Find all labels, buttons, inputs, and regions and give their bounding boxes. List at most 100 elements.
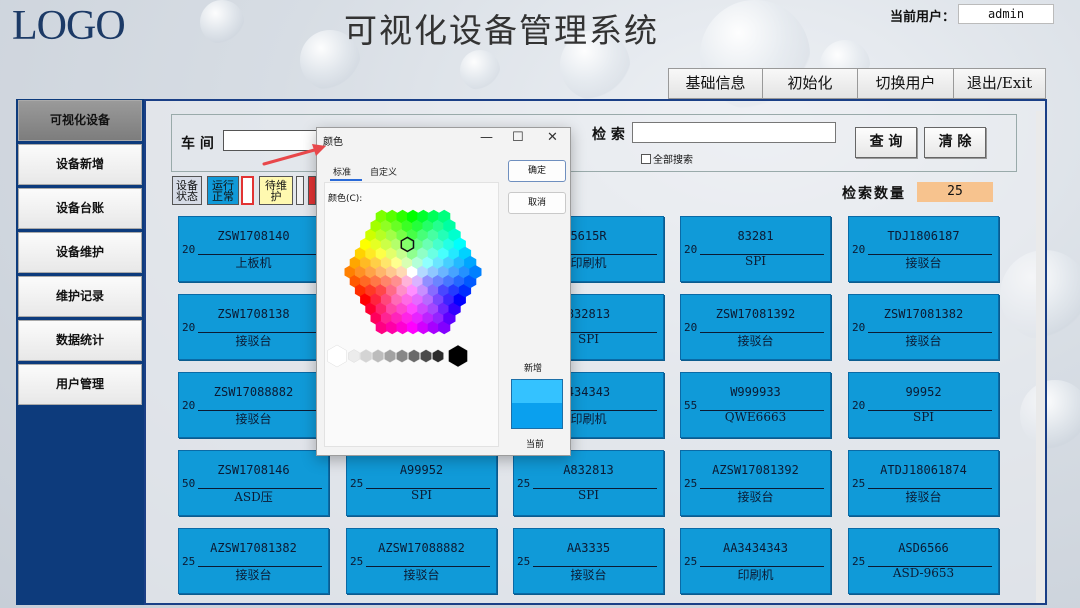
device-card[interactable]: AA3335 25 接驳台 bbox=[513, 528, 664, 594]
clear-button[interactable]: 清 除 bbox=[924, 127, 986, 158]
gray-cell[interactable] bbox=[420, 349, 432, 363]
status-legend-red[interactable] bbox=[308, 176, 316, 205]
device-code: AA3335 bbox=[566, 541, 611, 555]
gray-cell[interactable] bbox=[348, 349, 360, 363]
device-card[interactable]: 99952 20 SPI bbox=[848, 372, 999, 438]
device-code: AZSW17081392 bbox=[712, 463, 799, 477]
device-card[interactable]: AZSW17088882 25 接驳台 bbox=[346, 528, 497, 594]
gray-cell[interactable] bbox=[327, 344, 347, 368]
keyword-label: 检 索 bbox=[592, 127, 625, 143]
status-legend-device-status[interactable]: 设备 状态 bbox=[172, 176, 202, 205]
device-card[interactable]: TDJ1806187 20 接驳台 bbox=[848, 216, 999, 282]
sidebar-item-add-device[interactable]: 设备新增 bbox=[18, 144, 142, 185]
status-legend-label: 待维 护 bbox=[265, 178, 287, 203]
count-label: 检索数量 bbox=[842, 186, 906, 202]
status-legend-white[interactable] bbox=[241, 176, 254, 205]
status-legend-pending-maintenance[interactable]: 待维 护 bbox=[259, 176, 293, 205]
count-value: 25 bbox=[917, 182, 993, 202]
gray-cell[interactable] bbox=[372, 349, 384, 363]
sidebar-item-maintenance-records[interactable]: 维护记录 bbox=[18, 276, 142, 317]
device-code: ZSW17081382 bbox=[883, 307, 964, 321]
device-code: 83281 bbox=[737, 229, 774, 243]
menu-exit-button[interactable]: 退出/Exit bbox=[954, 68, 1046, 99]
close-icon[interactable]: ✕ bbox=[547, 130, 558, 145]
cancel-button[interactable]: 取消 bbox=[508, 192, 566, 214]
gray-cell[interactable] bbox=[448, 344, 468, 368]
device-card[interactable]: W999933 55 QWE6663 bbox=[680, 372, 831, 438]
gray-cell[interactable] bbox=[408, 349, 420, 363]
device-name: 接驳台 bbox=[737, 334, 774, 348]
device-card[interactable]: ASD6566 25 ASD-9653 bbox=[848, 528, 999, 594]
device-name: SPI bbox=[410, 488, 433, 502]
device-card[interactable]: ZSW17081392 20 接驳台 bbox=[680, 294, 831, 360]
tab-custom[interactable]: 自定义 bbox=[370, 165, 397, 178]
gray-cell[interactable] bbox=[396, 349, 408, 363]
device-card[interactable]: ZSW1708138 20 接驳台 bbox=[178, 294, 329, 360]
device-card[interactable]: AZSW17081392 25 接驳台 bbox=[680, 450, 831, 516]
device-name: ASD-9653 bbox=[892, 566, 955, 580]
tab-standard[interactable]: 标准 bbox=[333, 165, 351, 178]
device-card[interactable]: 83281 20 SPI bbox=[680, 216, 831, 282]
new-color-label: 新增 bbox=[524, 364, 543, 374]
palette-label: 颜色(C): bbox=[328, 194, 363, 204]
sidebar-item-device-ledger[interactable]: 设备台账 bbox=[18, 188, 142, 229]
device-name: 接驳台 bbox=[403, 568, 440, 582]
device-code: AZSW17088882 bbox=[378, 541, 465, 555]
current-user-label: 当前用户： bbox=[890, 10, 956, 25]
device-card[interactable]: ATDJ18061874 25 接驳台 bbox=[848, 450, 999, 516]
device-code: 99952 bbox=[905, 385, 942, 399]
device-code: ASD6566 bbox=[898, 541, 949, 555]
device-name: 接驳台 bbox=[737, 490, 774, 504]
gray-cell[interactable] bbox=[384, 349, 396, 363]
current-color-swatch bbox=[511, 403, 563, 429]
color-dialog: 颜色 — ☐ ✕ 标准 自定义 颜色(C): 确定 取消 新增 当前 bbox=[316, 127, 571, 456]
device-code: ZSW1708146 bbox=[217, 463, 290, 477]
device-card[interactable]: A99952 25 SPI bbox=[346, 450, 497, 516]
grayscale-row[interactable] bbox=[327, 342, 499, 372]
minimize-icon[interactable]: — bbox=[480, 130, 493, 145]
current-user-field: admin bbox=[958, 4, 1054, 24]
device-name: SPI bbox=[744, 254, 767, 268]
top-menu: 基础信息 初始化 切换用户 退出/Exit bbox=[668, 68, 1046, 99]
status-legend-label: 运行 正常 bbox=[212, 178, 234, 203]
menu-basic-info-button[interactable]: 基础信息 bbox=[668, 68, 763, 99]
status-legend-running[interactable]: 运行 正常 bbox=[207, 176, 239, 205]
device-name: QWE6663 bbox=[724, 410, 787, 424]
sidebar-item-visual-devices[interactable]: 可视化设备 bbox=[18, 100, 142, 141]
device-card[interactable]: ZSW17088882 20 接驳台 bbox=[178, 372, 329, 438]
sidebar-item-user-management[interactable]: 用户管理 bbox=[18, 364, 142, 405]
maximize-icon[interactable]: ☐ bbox=[512, 130, 524, 145]
device-code: AA3434343 bbox=[722, 541, 789, 555]
device-card[interactable]: A832813 25 SPI bbox=[513, 450, 664, 516]
status-legend-extra[interactable] bbox=[296, 176, 304, 205]
device-code: ZSW17088882 bbox=[213, 385, 294, 399]
device-card[interactable]: ZSW1708146 50 ASD压 bbox=[178, 450, 329, 516]
color-hexagon[interactable] bbox=[327, 206, 499, 341]
all-search-checkbox[interactable]: 全部搜索 bbox=[641, 151, 693, 166]
device-name: 上板机 bbox=[235, 256, 272, 270]
menu-switch-user-button[interactable]: 切换用户 bbox=[858, 68, 954, 99]
device-name: 接驳台 bbox=[905, 256, 942, 270]
gray-cell[interactable] bbox=[360, 349, 372, 363]
sidebar-item-device-maintenance[interactable]: 设备维护 bbox=[18, 232, 142, 273]
device-card[interactable]: ZSW1708140 20 上板机 bbox=[178, 216, 329, 282]
device-card[interactable]: ZSW17081382 20 接驳台 bbox=[848, 294, 999, 360]
new-color-swatch bbox=[511, 379, 563, 403]
current-color-label: 当前 bbox=[526, 440, 545, 450]
device-name: 接驳台 bbox=[905, 490, 942, 504]
scrollbar[interactable] bbox=[1036, 111, 1045, 603]
ok-button[interactable]: 确定 bbox=[508, 160, 566, 182]
device-card[interactable]: AZSW17081382 25 接驳台 bbox=[178, 528, 329, 594]
device-card[interactable]: AA3434343 25 印刷机 bbox=[680, 528, 831, 594]
device-name: SPI bbox=[912, 410, 935, 424]
query-button[interactable]: 查 询 bbox=[855, 127, 917, 158]
sidebar-item-statistics[interactable]: 数据统计 bbox=[18, 320, 142, 361]
device-code: ZSW1708140 bbox=[217, 229, 290, 243]
menu-initialize-button[interactable]: 初始化 bbox=[763, 68, 858, 99]
search-input[interactable] bbox=[632, 122, 836, 143]
checkbox-box[interactable] bbox=[641, 153, 651, 164]
device-name: 接驳台 bbox=[905, 334, 942, 348]
gray-cell[interactable] bbox=[432, 349, 444, 363]
device-code: TDJ1806187 bbox=[887, 229, 960, 243]
status-legend-label: 设备 状态 bbox=[176, 178, 198, 203]
